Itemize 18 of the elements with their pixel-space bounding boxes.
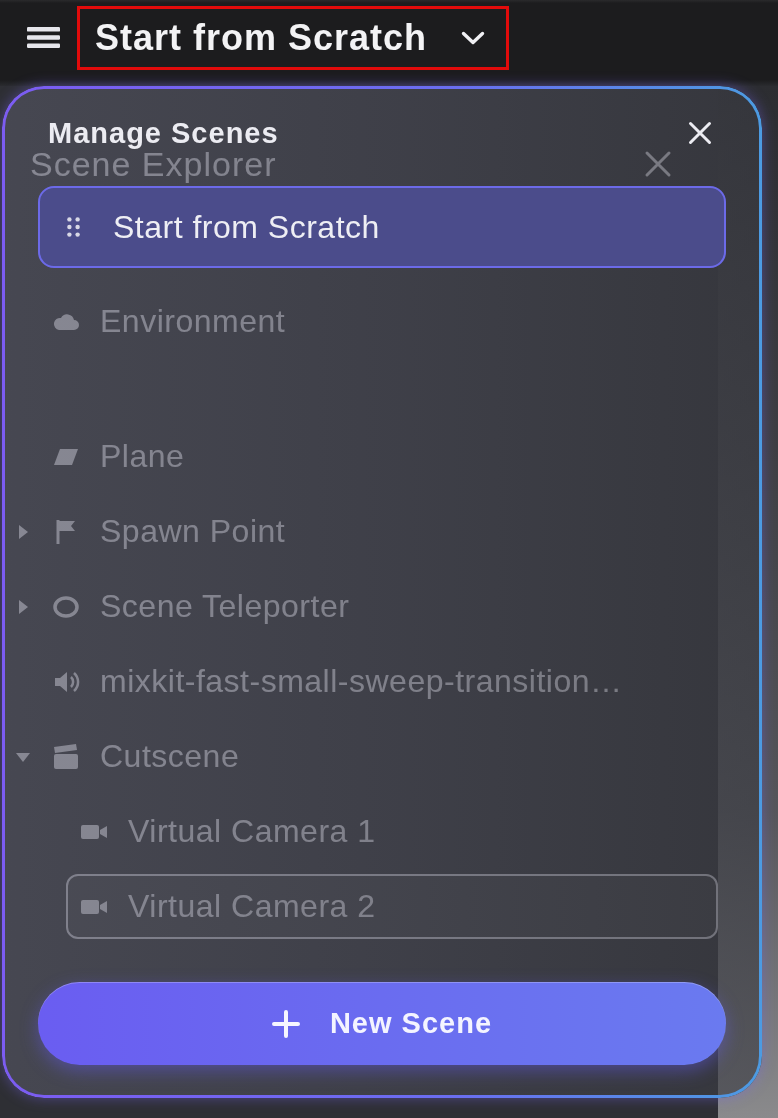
tree-item[interactable]: Environment [0, 289, 718, 354]
tree-item[interactable]: Plane [0, 424, 718, 489]
tree-item[interactable]: Cutscene [0, 724, 718, 789]
scene-item[interactable]: Start from Scratch [38, 186, 726, 268]
caret-right-icon[interactable] [16, 524, 30, 539]
close-icon[interactable] [688, 121, 712, 145]
menu-icon[interactable] [27, 27, 60, 48]
tree-item[interactable]: Spawn Point [0, 499, 718, 564]
tree-item[interactable]: mixkit-fast-small-sweep-transition… [0, 649, 718, 714]
chevron-down-icon [461, 31, 486, 45]
scene-dropdown[interactable]: Start from Scratch [92, 17, 489, 59]
tree-item[interactable]: Scene Teleporter [0, 574, 718, 639]
plus-icon [271, 1009, 300, 1038]
drag-handle-icon[interactable] [67, 217, 80, 237]
tree-item[interactable]: Virtual Camera 1 [66, 799, 718, 864]
caret-right-icon[interactable] [16, 599, 30, 614]
clapperboard-icon [52, 742, 80, 771]
new-scene-button[interactable]: New Scene [38, 982, 726, 1065]
